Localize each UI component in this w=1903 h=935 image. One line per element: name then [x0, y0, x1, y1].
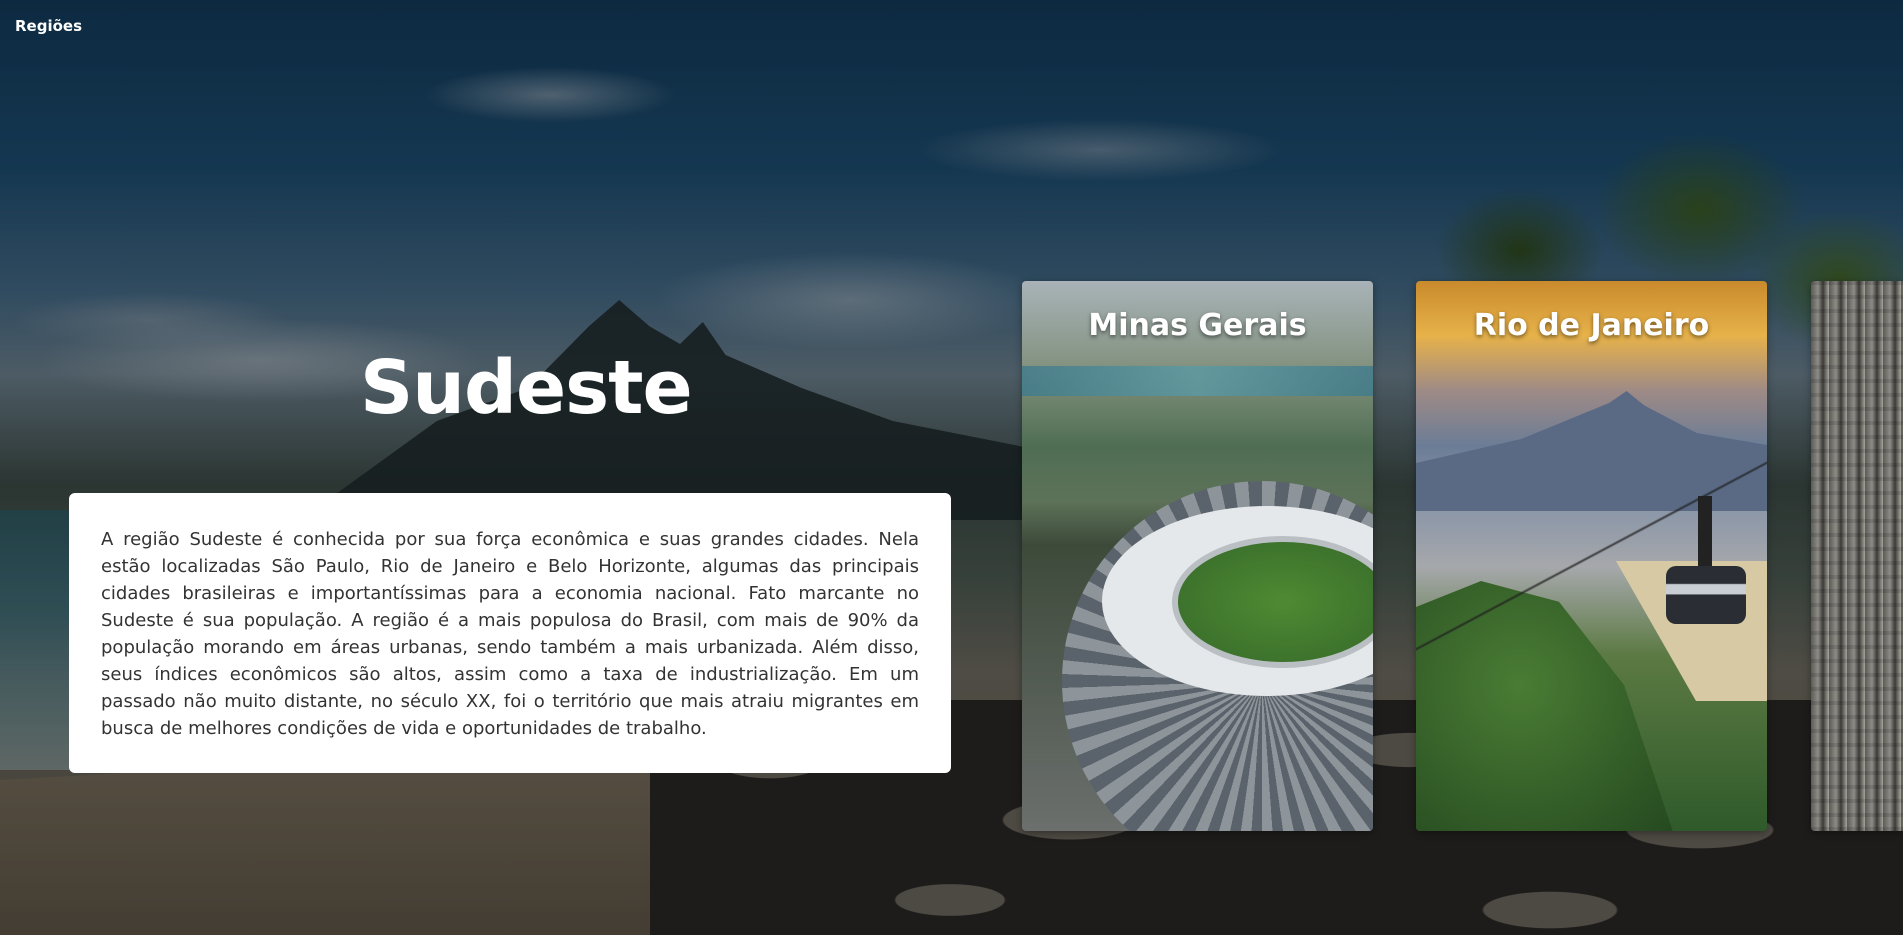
page-title: Sudeste [360, 345, 693, 431]
card-image-cable-car [1666, 566, 1746, 624]
card-image-cable-arm [1698, 496, 1712, 568]
state-card-partial[interactable] [1811, 281, 1903, 831]
card-image-lake [1022, 366, 1373, 396]
card-label: Minas Gerais [1088, 308, 1307, 343]
state-card-minas-gerais[interactable]: Minas Gerais [1022, 281, 1373, 831]
nav-regions-link[interactable]: Regiões [15, 17, 82, 35]
region-description: A região Sudeste é conhecida por sua for… [101, 529, 919, 739]
card-image-cable [1416, 281, 1767, 831]
page: Regiões Sudeste A região Sudeste é conhe… [0, 0, 1903, 935]
card-image-buildings [1811, 281, 1903, 831]
card-label: Rio de Janeiro [1473, 308, 1710, 343]
state-card-rio-de-janeiro[interactable]: Rio de Janeiro [1416, 281, 1767, 831]
region-description-box: A região Sudeste é conhecida por sua for… [69, 493, 951, 773]
